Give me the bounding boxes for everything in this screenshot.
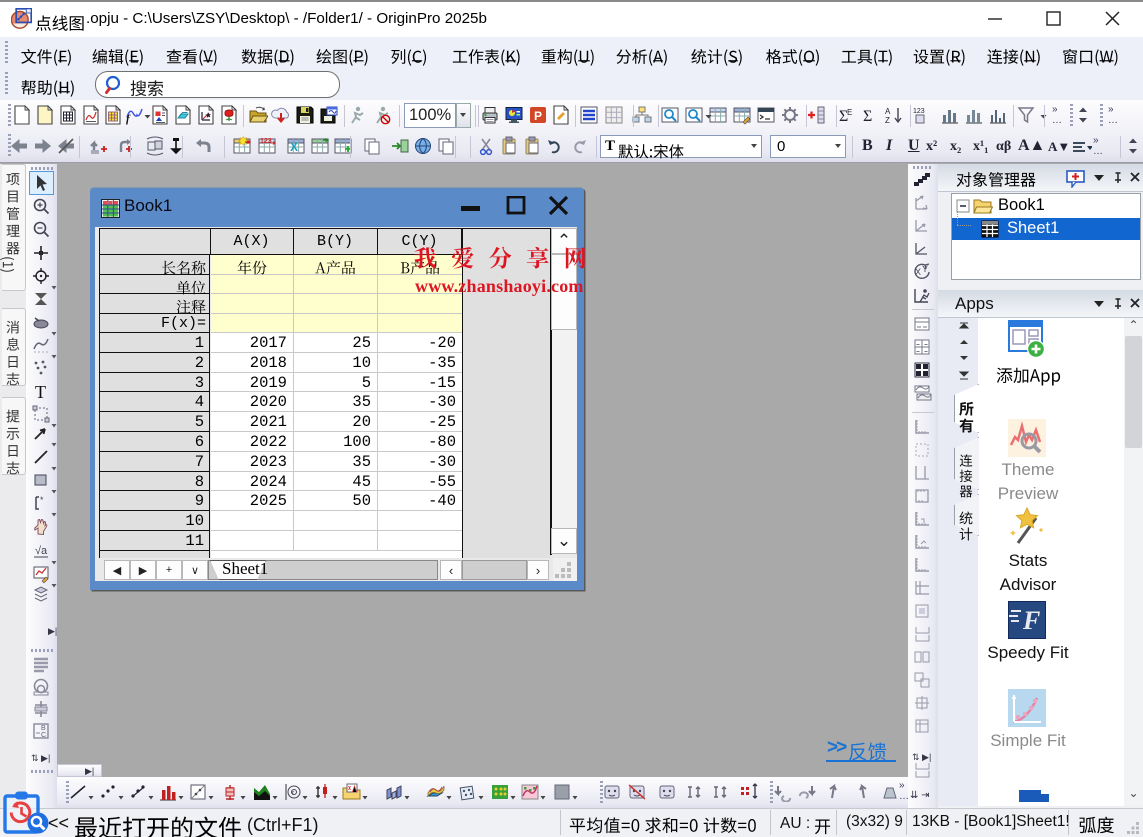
svg-text:123: 123 xyxy=(913,108,925,115)
svg-text:Z: Z xyxy=(885,116,890,125)
svg-text:T: T xyxy=(35,382,46,401)
svg-text:E: E xyxy=(847,108,852,117)
svg-text:P: P xyxy=(534,109,542,123)
svg-text:f: f xyxy=(126,113,131,125)
svg-text:123: 123 xyxy=(260,138,272,145)
svg-text:C: C xyxy=(41,732,46,739)
svg-text:√a: √a xyxy=(35,545,48,557)
svg-text:B: B xyxy=(41,725,46,732)
svg-text:Y: Y xyxy=(922,264,928,274)
svg-text:*: * xyxy=(40,495,44,505)
svg-text:A: A xyxy=(885,107,891,116)
svg-text:X: X xyxy=(290,140,298,154)
svg-text:r: r xyxy=(292,790,295,797)
svg-text:F: F xyxy=(1022,606,1040,635)
svg-text:X: X xyxy=(915,267,921,277)
svg-text:Σ: Σ xyxy=(863,108,872,125)
